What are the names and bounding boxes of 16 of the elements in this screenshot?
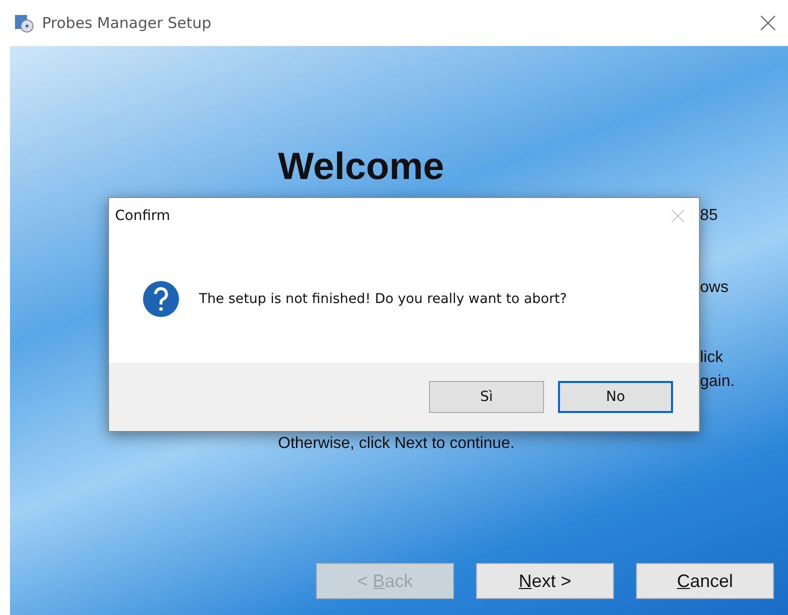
dialog-message: The setup is not finished! Do you really want to abort? bbox=[199, 290, 567, 306]
question-icon bbox=[143, 280, 179, 316]
body-text-fragment: lick bbox=[700, 349, 724, 368]
wizard-button[interactable]: Cancel bbox=[636, 563, 774, 599]
close-icon[interactable] bbox=[760, 15, 776, 31]
window-title: Probes Manager Setup bbox=[42, 14, 212, 32]
body-text-fragment: gain. bbox=[700, 373, 736, 392]
welcome-heading: Welcome bbox=[278, 146, 446, 189]
instruction-text: Otherwise, click Next to continue. bbox=[278, 435, 516, 453]
setup-icon bbox=[14, 13, 34, 33]
wizard-button[interactable]: Next > bbox=[476, 563, 614, 599]
body-text-fragment: 85 bbox=[700, 207, 719, 226]
dialog-button[interactable]: Sì bbox=[429, 381, 544, 413]
dialog-title: Confirm bbox=[115, 208, 170, 224]
body-text-fragment: ows bbox=[700, 279, 730, 298]
dialog-button[interactable]: No bbox=[558, 381, 673, 413]
